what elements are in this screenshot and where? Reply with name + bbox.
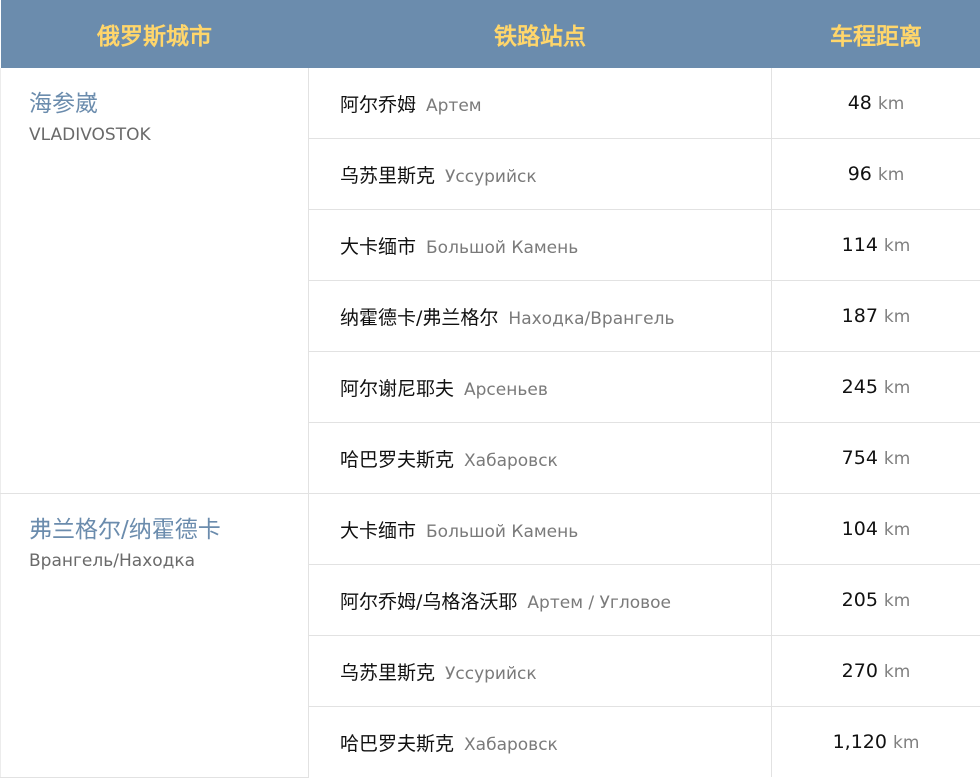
distance-unit: km [884,662,910,682]
distance-unit: km [884,307,910,327]
station-name-cn: 乌苏里斯克 [340,165,435,187]
distance-unit: km [884,591,910,611]
station-name-cn: 阿尔乔姆 [340,94,416,116]
distance-cell: 754 km [772,423,980,494]
distance-cell: 270 km [772,636,980,707]
distance-unit: km [884,236,910,256]
distance-unit: km [878,165,904,185]
distance-value: 48 [848,92,872,114]
table-row: 弗兰格尔/纳霍德卡Врангель/Находка大卡缅市Большой Кам… [1,494,980,565]
station-name-ru: Уссурийск [445,664,537,684]
station-name-cn: 乌苏里斯克 [340,662,435,684]
distance-value: 245 [842,376,878,398]
distance-value: 114 [842,234,878,256]
city-name-cn: 弗兰格尔/纳霍德卡 [29,516,308,544]
city-cell: 弗兰格尔/纳霍德卡 Врангель/Находка [1,494,309,778]
table-row: 海参崴VLADIVOSTOK阿尔乔姆Артем48km [1,68,980,139]
station-cell: 大卡缅市 Большой Камень [309,494,772,565]
distance-value: 1,120 [833,731,887,753]
station-cell: 阿尔乔姆/乌格洛沃耶 Артем / Угловое [309,565,772,636]
station-cell: 纳霍德卡/弗兰格尔 Находка/Врангель [309,281,772,352]
distance-cell: 104 km [772,494,980,565]
station-name-cn: 阿尔谢尼耶夫 [340,378,454,400]
station-name-cn: 哈巴罗夫斯克 [340,449,454,471]
station-cell: 乌苏里斯克 Уссурийск [309,139,772,210]
distance-cell: 245 km [772,352,980,423]
station-cell: 乌苏里斯克 Уссурийск [309,636,772,707]
distance-unit: km [884,449,910,469]
distance-value: 96 [848,163,872,185]
station-name-ru: Артем [426,96,482,116]
station-name-ru: Арсеньев [464,380,548,400]
city-name-latin: Врангель/Находка [29,550,308,572]
header-station: 铁路站点 [309,0,772,68]
distance-unit: km [878,94,904,114]
distance-value: 205 [842,589,878,611]
station-cell: 阿尔谢尼耶夫 Арсеньев [309,352,772,423]
station-cell: 阿尔乔姆 Артем [309,68,772,139]
station-name-cn: 纳霍德卡/弗兰格尔 [340,307,498,329]
station-name-cn: 阿尔乔姆/乌格洛沃耶 [340,591,517,613]
distance-cell: 187 km [772,281,980,352]
city-name-cn: 海参崴 [29,90,308,118]
station-name-ru: Большой Камень [426,238,578,258]
station-name-cn: 哈巴罗夫斯克 [340,733,454,755]
header-row: 俄罗斯城市 铁路站点 车程距离 [1,0,980,68]
distance-cell: 96 km [772,139,980,210]
station-name-ru: Уссурийск [445,167,537,187]
distance-cell: 1,120 km [772,707,980,778]
distance-unit: km [893,733,919,753]
station-name-ru: Находка/Врангель [508,309,674,329]
header-city: 俄罗斯城市 [1,0,309,68]
distance-value: 754 [842,447,878,469]
distance-cell: 205 km [772,565,980,636]
distance-unit: km [884,378,910,398]
distance-value: 104 [842,518,878,540]
distance-table: 俄罗斯城市 铁路站点 车程距离 海参崴 VLADIVOSTOK 阿尔乔姆 Артем 4… [0,0,980,778]
station-cell: 大卡缅市 Большой Камень [309,210,772,281]
distance-cell: 48 km [772,68,980,139]
distance-value: 187 [842,305,878,327]
city-name-latin: VLADIVOSTOK [29,124,308,146]
station-name-ru: Хабаровск [464,451,558,471]
station-name-ru: Артем / Угловое [527,593,671,613]
distance-value: 270 [842,660,878,682]
station-cell: 哈巴罗夫斯克 Хабаровск [309,423,772,494]
header-distance: 车程距离 [772,0,980,68]
city-cell: 海参崴 VLADIVOSTOK [1,68,309,494]
distance-cell: 114 km [772,210,980,281]
station-cell: 哈巴罗夫斯克 Хабаровск [309,707,772,778]
distance-unit: km [884,520,910,540]
station-name-ru: Большой Камень [426,522,578,542]
station-name-cn: 大卡缅市 [340,236,416,258]
station-name-ru: Хабаровск [464,735,558,755]
station-name-cn: 大卡缅市 [340,520,416,542]
